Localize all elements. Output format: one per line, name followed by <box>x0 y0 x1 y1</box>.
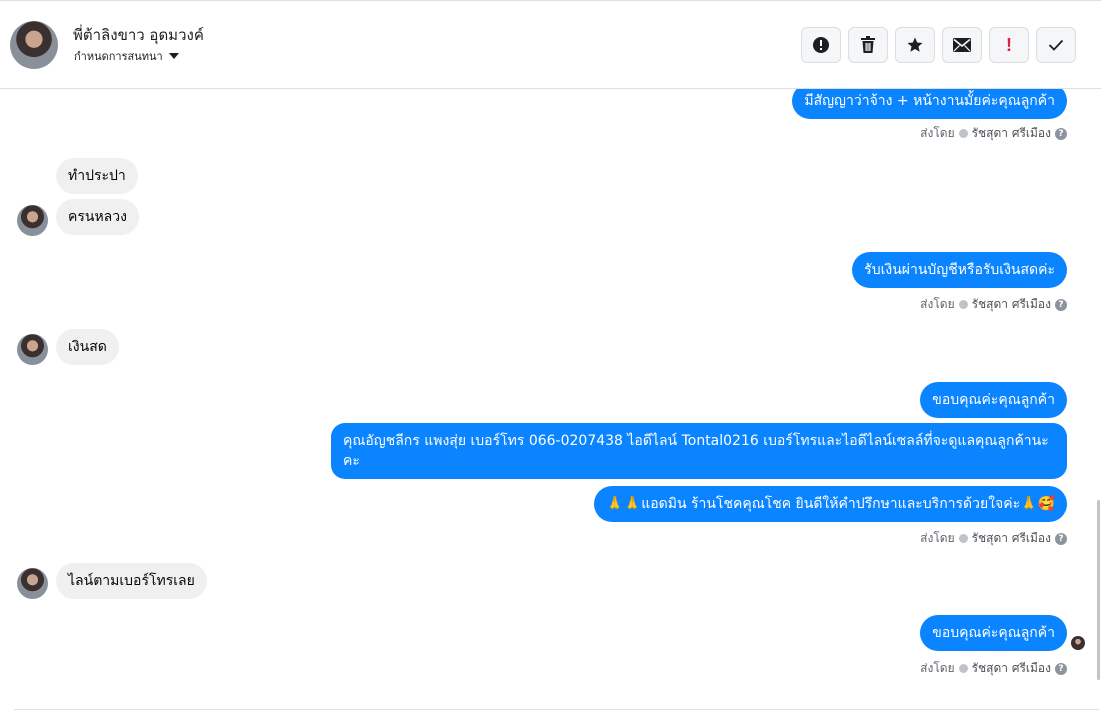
composer-edge <box>14 709 1099 714</box>
sent-by-agent[interactable]: รัชสุดา ศรีเมือง <box>972 529 1051 548</box>
mark-unread-button[interactable] <box>942 27 982 63</box>
message-bubble-outgoing[interactable]: รับเงินผ่านบัญชีหรือรับเงินสดค่ะ <box>852 252 1067 288</box>
conversation-toolbar: ! <box>801 27 1076 63</box>
message-bubble-outgoing[interactable]: คุณอัญชลีกร แพงสุ่ย เบอร์โทร 066-0207438… <box>331 423 1067 479</box>
thread-scrollbar[interactable] <box>1097 500 1100 680</box>
message-bubble-incoming[interactable]: ครนหลวง <box>56 199 139 235</box>
sent-by-agent[interactable]: รัชสุดา ศรีเมือง <box>972 124 1051 143</box>
message-bubble-outgoing[interactable]: ขอบคุณค่ะคุณลูกค้า <box>920 615 1067 651</box>
sent-by-prefix: ส่งโดย <box>920 297 955 311</box>
caret-down-icon <box>168 53 179 59</box>
contact-avatar-small <box>17 205 48 236</box>
message-bubble-outgoing[interactable]: ขอบคุณค่ะคุณลูกค้า <box>920 382 1067 418</box>
follow-up-button[interactable]: ! <box>989 27 1029 63</box>
contact-avatar-small <box>17 334 48 365</box>
sent-by-line: ส่งโดย รัชสุดา ศรีเมือง ? <box>920 529 1067 548</box>
help-icon[interactable]: ? <box>1055 127 1067 140</box>
verified-dot-icon <box>958 664 968 673</box>
verified-dot-icon <box>958 534 968 543</box>
mark-done-button[interactable] <box>1036 27 1076 63</box>
sent-by-line: ส่งโดย รัชสุดา ศรีเมือง ? <box>920 659 1067 678</box>
message-thread[interactable]: มีสัญญาว่าจ้าง + หน้างานมั้ยค่ะคุณลูกค้า… <box>0 89 1101 710</box>
star-button[interactable] <box>895 27 935 63</box>
delete-button[interactable] <box>848 27 888 63</box>
contact-avatar[interactable] <box>10 21 58 69</box>
star-icon <box>907 37 923 52</box>
message-bubble-outgoing[interactable]: 🙏🙏แอดมิน ร้านโชคคุณโชค ยินดีให้คำปรึกษาแ… <box>594 486 1067 522</box>
help-icon[interactable]: ? <box>1055 532 1067 545</box>
sent-by-prefix: ส่งโดย <box>920 126 955 140</box>
contact-avatar-small <box>17 568 48 599</box>
verified-dot-icon <box>958 129 968 138</box>
report-spam-button[interactable] <box>801 27 841 63</box>
sent-by-line: ส่งโดย รัชสุดา ศรีเมือง ? <box>920 295 1067 314</box>
message-bubble-outgoing[interactable]: มีสัญญาว่าจ้าง + หน้างานมั้ยค่ะคุณลูกค้า <box>792 89 1067 119</box>
sent-by-prefix: ส่งโดย <box>920 661 955 675</box>
seen-indicator-avatar <box>1071 636 1085 650</box>
assign-conversation-label: กำหนดการสนทนา <box>74 50 163 63</box>
alert-circle-icon <box>813 37 829 53</box>
assign-conversation-dropdown[interactable]: กำหนดการสนทนา <box>74 47 179 65</box>
help-icon[interactable]: ? <box>1055 298 1067 311</box>
envelope-icon <box>953 38 971 52</box>
contact-name[interactable]: พี่ต้าลิงขาว อุดมวงค์ <box>73 23 204 47</box>
message-bubble-incoming[interactable]: เงินสด <box>56 329 119 365</box>
trash-icon <box>861 36 875 53</box>
sent-by-prefix: ส่งโดย <box>920 531 955 545</box>
sent-by-agent[interactable]: รัชสุดา ศรีเมือง <box>972 659 1051 678</box>
message-bubble-incoming[interactable]: ไลน์ตามเบอร์โทรเลย <box>56 563 207 599</box>
sent-by-line: ส่งโดย รัชสุดา ศรีเมือง ? <box>920 124 1067 143</box>
verified-dot-icon <box>958 300 968 309</box>
check-icon <box>1048 39 1064 51</box>
message-bubble-incoming[interactable]: ทำประปา <box>56 158 138 194</box>
help-icon[interactable]: ? <box>1055 662 1067 675</box>
conversation-header: พี่ต้าลิงขาว อุดมวงค์ กำหนดการสนทนา ! <box>0 0 1101 89</box>
exclamation-icon: ! <box>1006 34 1012 55</box>
sent-by-agent[interactable]: รัชสุดา ศรีเมือง <box>972 295 1051 314</box>
